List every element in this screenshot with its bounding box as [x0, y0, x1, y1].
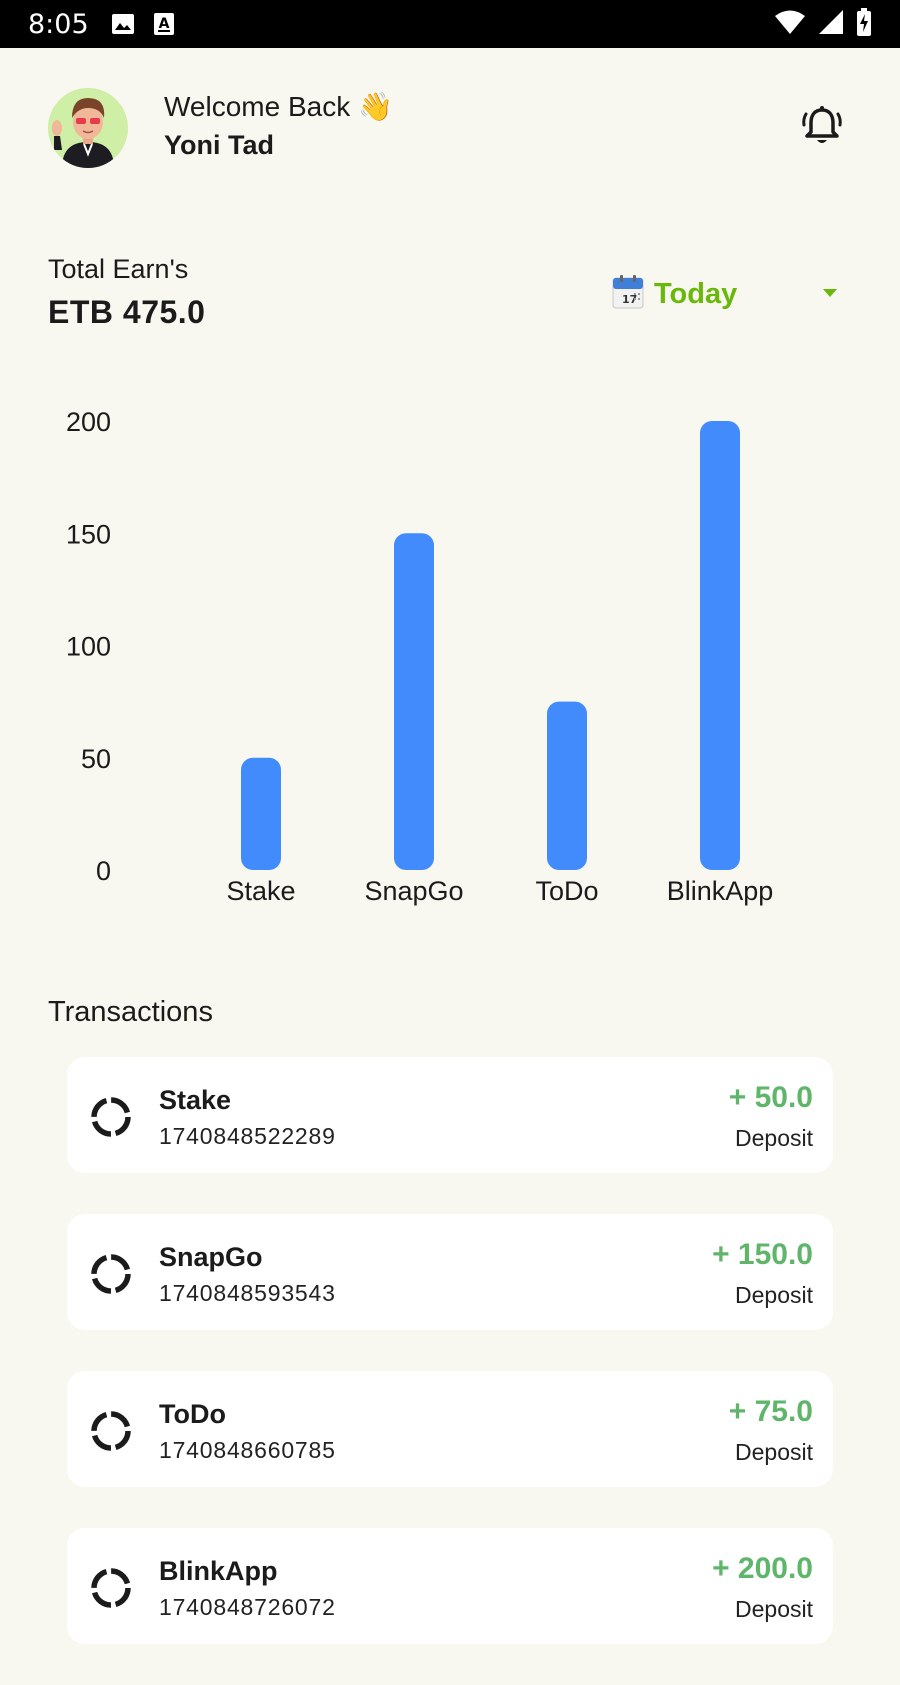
transaction-type: Deposit	[735, 1125, 813, 1151]
username: Yoni Tad	[164, 130, 274, 160]
chevron-down-icon	[822, 285, 838, 303]
transaction-name: BlinkApp	[159, 1556, 278, 1586]
transaction-type: Deposit	[735, 1282, 813, 1308]
transaction-amount: + 50.0	[728, 1081, 813, 1114]
transaction-id: 1740848726072	[159, 1594, 336, 1620]
transactions-title: Transactions	[48, 996, 213, 1028]
status-time: 8:05	[28, 8, 89, 40]
loading-spinner-icon	[89, 1566, 133, 1615]
transaction-type: Deposit	[735, 1439, 813, 1465]
bar-snapgo[interactable]	[394, 533, 434, 870]
transaction-name: Stake	[159, 1085, 232, 1115]
total-earn-value: ETB 475.0	[48, 294, 206, 330]
header: Welcome Back 👋 Yoni Tad	[48, 88, 852, 168]
bell-icon[interactable]	[800, 104, 844, 153]
y-tick-label: 50	[81, 744, 111, 774]
battery-charging-icon	[856, 7, 872, 41]
loading-spinner-icon	[89, 1095, 133, 1144]
period-value: Today	[654, 277, 738, 310]
image-icon	[111, 12, 135, 36]
wifi-icon	[774, 9, 806, 40]
x-tick-label: BlinkApp	[667, 876, 774, 906]
transaction-id: 1740848593543	[159, 1280, 336, 1306]
x-tick-label: SnapGo	[364, 876, 463, 906]
x-tick-label: ToDo	[535, 876, 598, 906]
x-tick-label: Stake	[226, 876, 295, 906]
period-dropdown[interactable]: 17 Today	[612, 272, 844, 316]
total-earn-label: Total Earn's	[48, 254, 189, 284]
loading-spinner-icon	[89, 1252, 133, 1301]
earnings-bar-chart: 0 50 100 150 200 Stake SnapGo ToDo BlinkApp	[0, 380, 900, 920]
avatar[interactable]	[48, 88, 128, 168]
transaction-amount: + 150.0	[712, 1238, 813, 1271]
transaction-type: Deposit	[735, 1596, 813, 1622]
welcome-label: Welcome Back	[164, 91, 351, 122]
wave-emoji: 👋	[358, 90, 393, 123]
y-tick-label: 100	[66, 632, 111, 662]
welcome-text: Welcome Back 👋	[164, 90, 393, 123]
status-bar: 8:05 A	[0, 0, 900, 48]
transaction-id: 1740848660785	[159, 1437, 336, 1463]
loading-spinner-icon	[89, 1409, 133, 1458]
transaction-name: ToDo	[159, 1399, 226, 1429]
transaction-id: 1740848522289	[159, 1123, 336, 1149]
chart-svg: 0 50 100 150 200 Stake SnapGo ToDo BlinkApp	[66, 407, 774, 906]
status-right-icons	[774, 7, 872, 41]
signal-icon	[818, 9, 844, 40]
transaction-card[interactable]: ToDo 1740848660785 + 75.0 Deposit	[67, 1371, 833, 1487]
font-download-icon: A	[153, 12, 175, 36]
bar-stake[interactable]	[241, 757, 281, 870]
transaction-amount: + 200.0	[712, 1552, 813, 1585]
transaction-card[interactable]: SnapGo 1740848593543 + 150.0 Deposit	[67, 1214, 833, 1330]
transactions-list: Stake 1740848522289 + 50.0 Deposit SnapG…	[67, 1057, 833, 1685]
y-tick-label: 0	[96, 856, 111, 886]
bar-blinkapp[interactable]	[700, 421, 740, 870]
transaction-card[interactable]: Stake 1740848522289 + 50.0 Deposit	[67, 1057, 833, 1173]
transaction-card[interactable]: BlinkApp 1740848726072 + 200.0 Deposit	[67, 1528, 833, 1644]
y-tick-label: 150	[66, 519, 111, 549]
transaction-name: SnapGo	[159, 1242, 263, 1272]
transaction-amount: + 75.0	[728, 1395, 813, 1428]
calendar-icon: 17	[612, 274, 644, 314]
bar-todo[interactable]	[547, 701, 587, 870]
svg-text:A: A	[158, 16, 169, 32]
y-tick-label: 200	[66, 407, 111, 437]
